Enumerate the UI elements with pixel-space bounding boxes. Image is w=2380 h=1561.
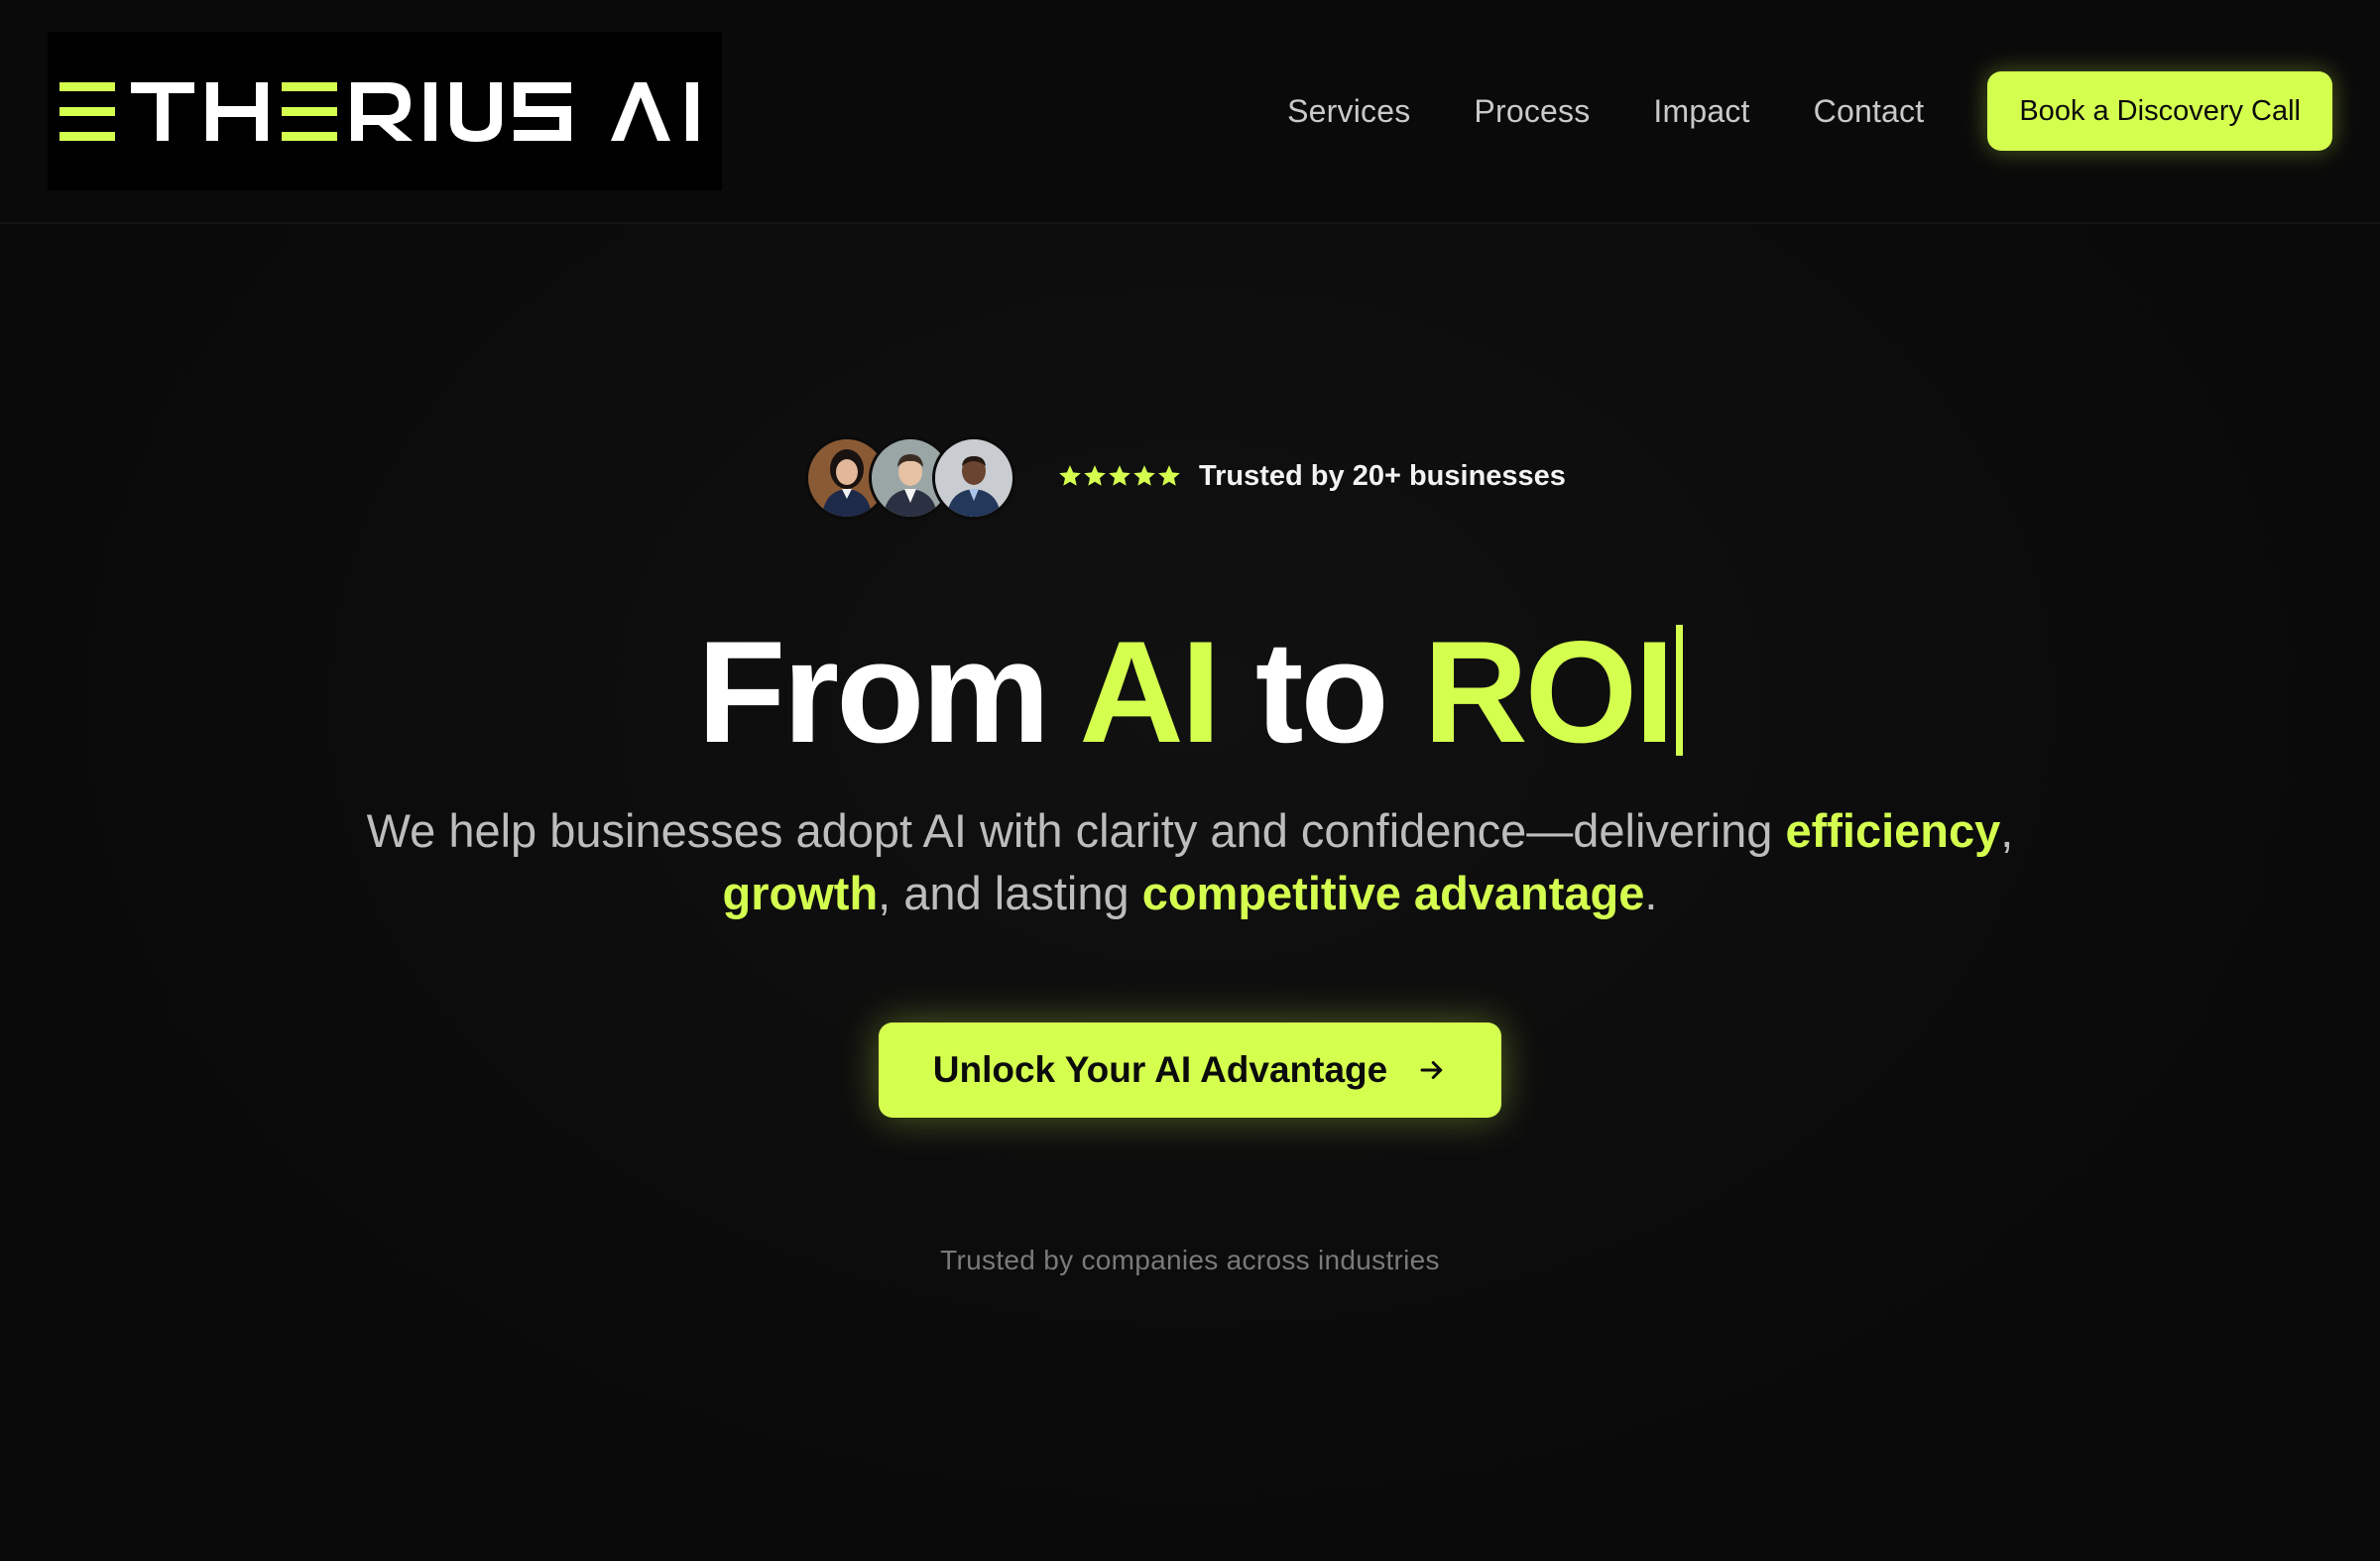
nav-link-contact[interactable]: Contact xyxy=(1814,93,1925,130)
trust-text: Trusted by 20+ businesses xyxy=(1199,459,1566,492)
logo-wordmark-icon xyxy=(60,82,698,142)
hero-subtitle: We help businesses adopt AI with clarity… xyxy=(298,799,2082,924)
star-icon xyxy=(1133,465,1155,486)
highlight-competitive-advantage: competitive advantage xyxy=(1141,867,1645,919)
hero-subtitle-text4: . xyxy=(1644,867,1658,919)
hero-subtitle-text3: , and lasting xyxy=(878,867,1142,919)
rating-stars xyxy=(1057,463,1181,489)
hero-title: From AI to ROI xyxy=(0,603,2380,781)
nav-link-services[interactable]: Services xyxy=(1287,93,1410,130)
book-discovery-call-button[interactable]: Book a Discovery Call xyxy=(1987,71,2332,151)
hero-subtitle-text1: We help businesses adopt AI with clarity… xyxy=(366,804,1786,857)
main-nav: Services Process Impact Contact Book a D… xyxy=(1287,71,2332,151)
trust-row: Trusted by 20+ businesses xyxy=(805,434,1566,520)
hero-subtitle-text2: , xyxy=(2000,804,2014,857)
hero-title-accent-roi: ROI xyxy=(1423,611,1675,773)
hero-title-part1: From xyxy=(697,611,1080,773)
unlock-ai-advantage-button[interactable]: Unlock Your AI Advantage xyxy=(879,1022,1501,1118)
hero-cta-label: Unlock Your AI Advantage xyxy=(932,1049,1388,1090)
site-header: Services Process Impact Contact Book a D… xyxy=(0,0,2380,224)
logo[interactable] xyxy=(48,32,722,190)
highlight-efficiency: efficiency xyxy=(1785,804,2001,857)
page: Services Process Impact Contact Book a D… xyxy=(0,0,2380,1561)
arrow-right-icon xyxy=(1420,1061,1443,1079)
star-icon xyxy=(1084,465,1106,486)
hero-title-part2: to xyxy=(1218,611,1424,773)
nav-link-impact[interactable]: Impact xyxy=(1653,93,1749,130)
trusted-by-tagline: Trusted by companies across industries xyxy=(940,1245,1440,1275)
star-icon xyxy=(1109,465,1130,486)
avatar-man-icon xyxy=(932,436,1015,520)
nav-link-process[interactable]: Process xyxy=(1474,93,1590,130)
hero-title-accent-ai: AI xyxy=(1079,611,1221,773)
typing-cursor xyxy=(1675,625,1683,756)
star-icon xyxy=(1158,465,1180,486)
avatar-group xyxy=(805,434,1015,520)
star-icon xyxy=(1059,465,1081,486)
highlight-growth: growth xyxy=(722,867,879,919)
